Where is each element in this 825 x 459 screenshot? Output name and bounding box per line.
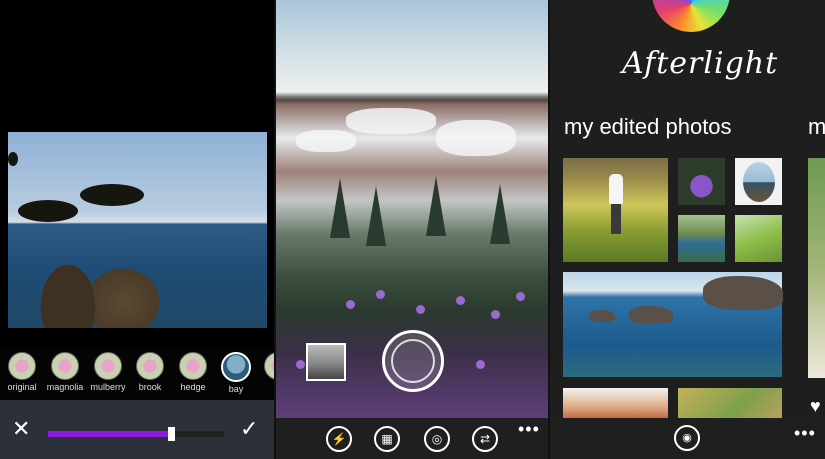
photo-tile[interactable] bbox=[735, 158, 782, 205]
gallery-screen: Afterlight my edited photos m ◉ ••• ♥ bbox=[550, 0, 825, 459]
rock bbox=[629, 306, 673, 324]
pine-tree bbox=[366, 186, 386, 246]
photo-tile[interactable] bbox=[563, 158, 668, 262]
app-logo-icon bbox=[652, 0, 730, 32]
filter-label: hedge bbox=[180, 382, 206, 392]
pine-tree bbox=[426, 176, 446, 236]
snowfield bbox=[296, 130, 356, 152]
next-section-title-peek[interactable]: m bbox=[808, 114, 825, 140]
cypress-tree bbox=[80, 184, 144, 206]
person-figure bbox=[609, 174, 623, 204]
flower bbox=[346, 300, 355, 309]
filter-thumbnail bbox=[94, 352, 122, 380]
filter-label: brook bbox=[138, 382, 162, 392]
snowfield bbox=[346, 108, 436, 134]
photo-tile[interactable] bbox=[678, 215, 725, 262]
switch-camera-icon[interactable]: ⇄ bbox=[472, 426, 498, 452]
rock bbox=[589, 310, 615, 322]
camera-app-bar: ⚡ ▦ ◎ ⇄ ••• bbox=[276, 418, 548, 459]
flower bbox=[296, 360, 305, 369]
filter-bay[interactable]: bay bbox=[216, 352, 256, 394]
filter-strip[interactable]: original magnolia mulberry brook hedge b… bbox=[0, 348, 274, 400]
flower bbox=[516, 292, 525, 301]
app-logo-wordmark: Afterlight bbox=[622, 46, 779, 81]
grid-icon[interactable]: ▦ bbox=[374, 426, 400, 452]
filter-editor-screen: original magnolia mulberry brook hedge b… bbox=[0, 0, 274, 459]
filter-magnolia[interactable]: magnolia bbox=[45, 352, 85, 392]
photo-tile[interactable] bbox=[678, 388, 782, 418]
cypress-tree bbox=[18, 200, 78, 222]
filter-label: mulberry bbox=[90, 382, 126, 392]
photo-tile[interactable] bbox=[563, 388, 668, 418]
cancel-icon[interactable]: ✕ bbox=[12, 418, 30, 440]
filter-thumbnail bbox=[179, 352, 207, 380]
photo-tile[interactable] bbox=[678, 158, 725, 205]
pine-tree bbox=[330, 178, 350, 238]
filter-strength-slider[interactable] bbox=[48, 427, 224, 441]
photo-tile-peek[interactable] bbox=[808, 158, 825, 378]
rock bbox=[703, 276, 783, 310]
aperture-icon[interactable]: ◎ bbox=[424, 426, 450, 452]
gallery-app-bar: ◉ ••• bbox=[550, 418, 825, 459]
more-options-icon[interactable]: ••• bbox=[794, 424, 816, 442]
filter-label: magnolia bbox=[46, 382, 84, 392]
camera-screen: ⚡ ▦ ◎ ⇄ ••• bbox=[276, 0, 548, 459]
filter-thumbnail bbox=[136, 352, 164, 380]
shutter-button[interactable] bbox=[382, 330, 444, 392]
slider-handle[interactable] bbox=[168, 427, 175, 441]
filter-thumbnail bbox=[51, 352, 79, 380]
flower bbox=[491, 310, 500, 319]
filter-thumbnail bbox=[221, 352, 251, 382]
flower bbox=[456, 296, 465, 305]
heart-icon[interactable]: ♥ bbox=[810, 396, 821, 417]
person-figure bbox=[611, 204, 621, 234]
filter-hedge[interactable]: hedge bbox=[173, 352, 213, 392]
flash-off-icon[interactable]: ⚡ bbox=[326, 426, 352, 452]
snowfield bbox=[436, 120, 516, 156]
more-options-icon[interactable]: ••• bbox=[518, 420, 540, 438]
slider-fill bbox=[48, 431, 168, 437]
pine-tree bbox=[490, 184, 510, 244]
filter-mulberry[interactable]: mulberry bbox=[88, 352, 128, 392]
confirm-icon[interactable]: ✓ bbox=[240, 418, 258, 440]
filter-thumbnail bbox=[8, 352, 36, 380]
cypress-tree bbox=[8, 152, 18, 166]
flower bbox=[376, 290, 385, 299]
flower bbox=[416, 305, 425, 314]
filter-original[interactable]: original bbox=[2, 352, 42, 392]
filter-label: bay bbox=[228, 384, 244, 394]
filter-thumbnail bbox=[264, 352, 274, 380]
edited-photo-preview bbox=[8, 132, 267, 328]
shutter-ring bbox=[391, 339, 435, 383]
filter-brook[interactable]: brook bbox=[130, 352, 170, 392]
camera-icon[interactable]: ◉ bbox=[674, 425, 700, 451]
gallery-title: my edited photos bbox=[564, 114, 732, 139]
photo-tile[interactable] bbox=[563, 272, 783, 377]
filter-label: original bbox=[7, 382, 37, 392]
flower bbox=[476, 360, 485, 369]
filter-next-peek[interactable] bbox=[258, 352, 274, 380]
last-photo-thumbnail[interactable] bbox=[306, 343, 346, 381]
edit-toolbar: ✕ ✓ bbox=[0, 400, 274, 459]
oval-photo-frame bbox=[743, 162, 775, 202]
photo-tile[interactable] bbox=[735, 215, 782, 262]
